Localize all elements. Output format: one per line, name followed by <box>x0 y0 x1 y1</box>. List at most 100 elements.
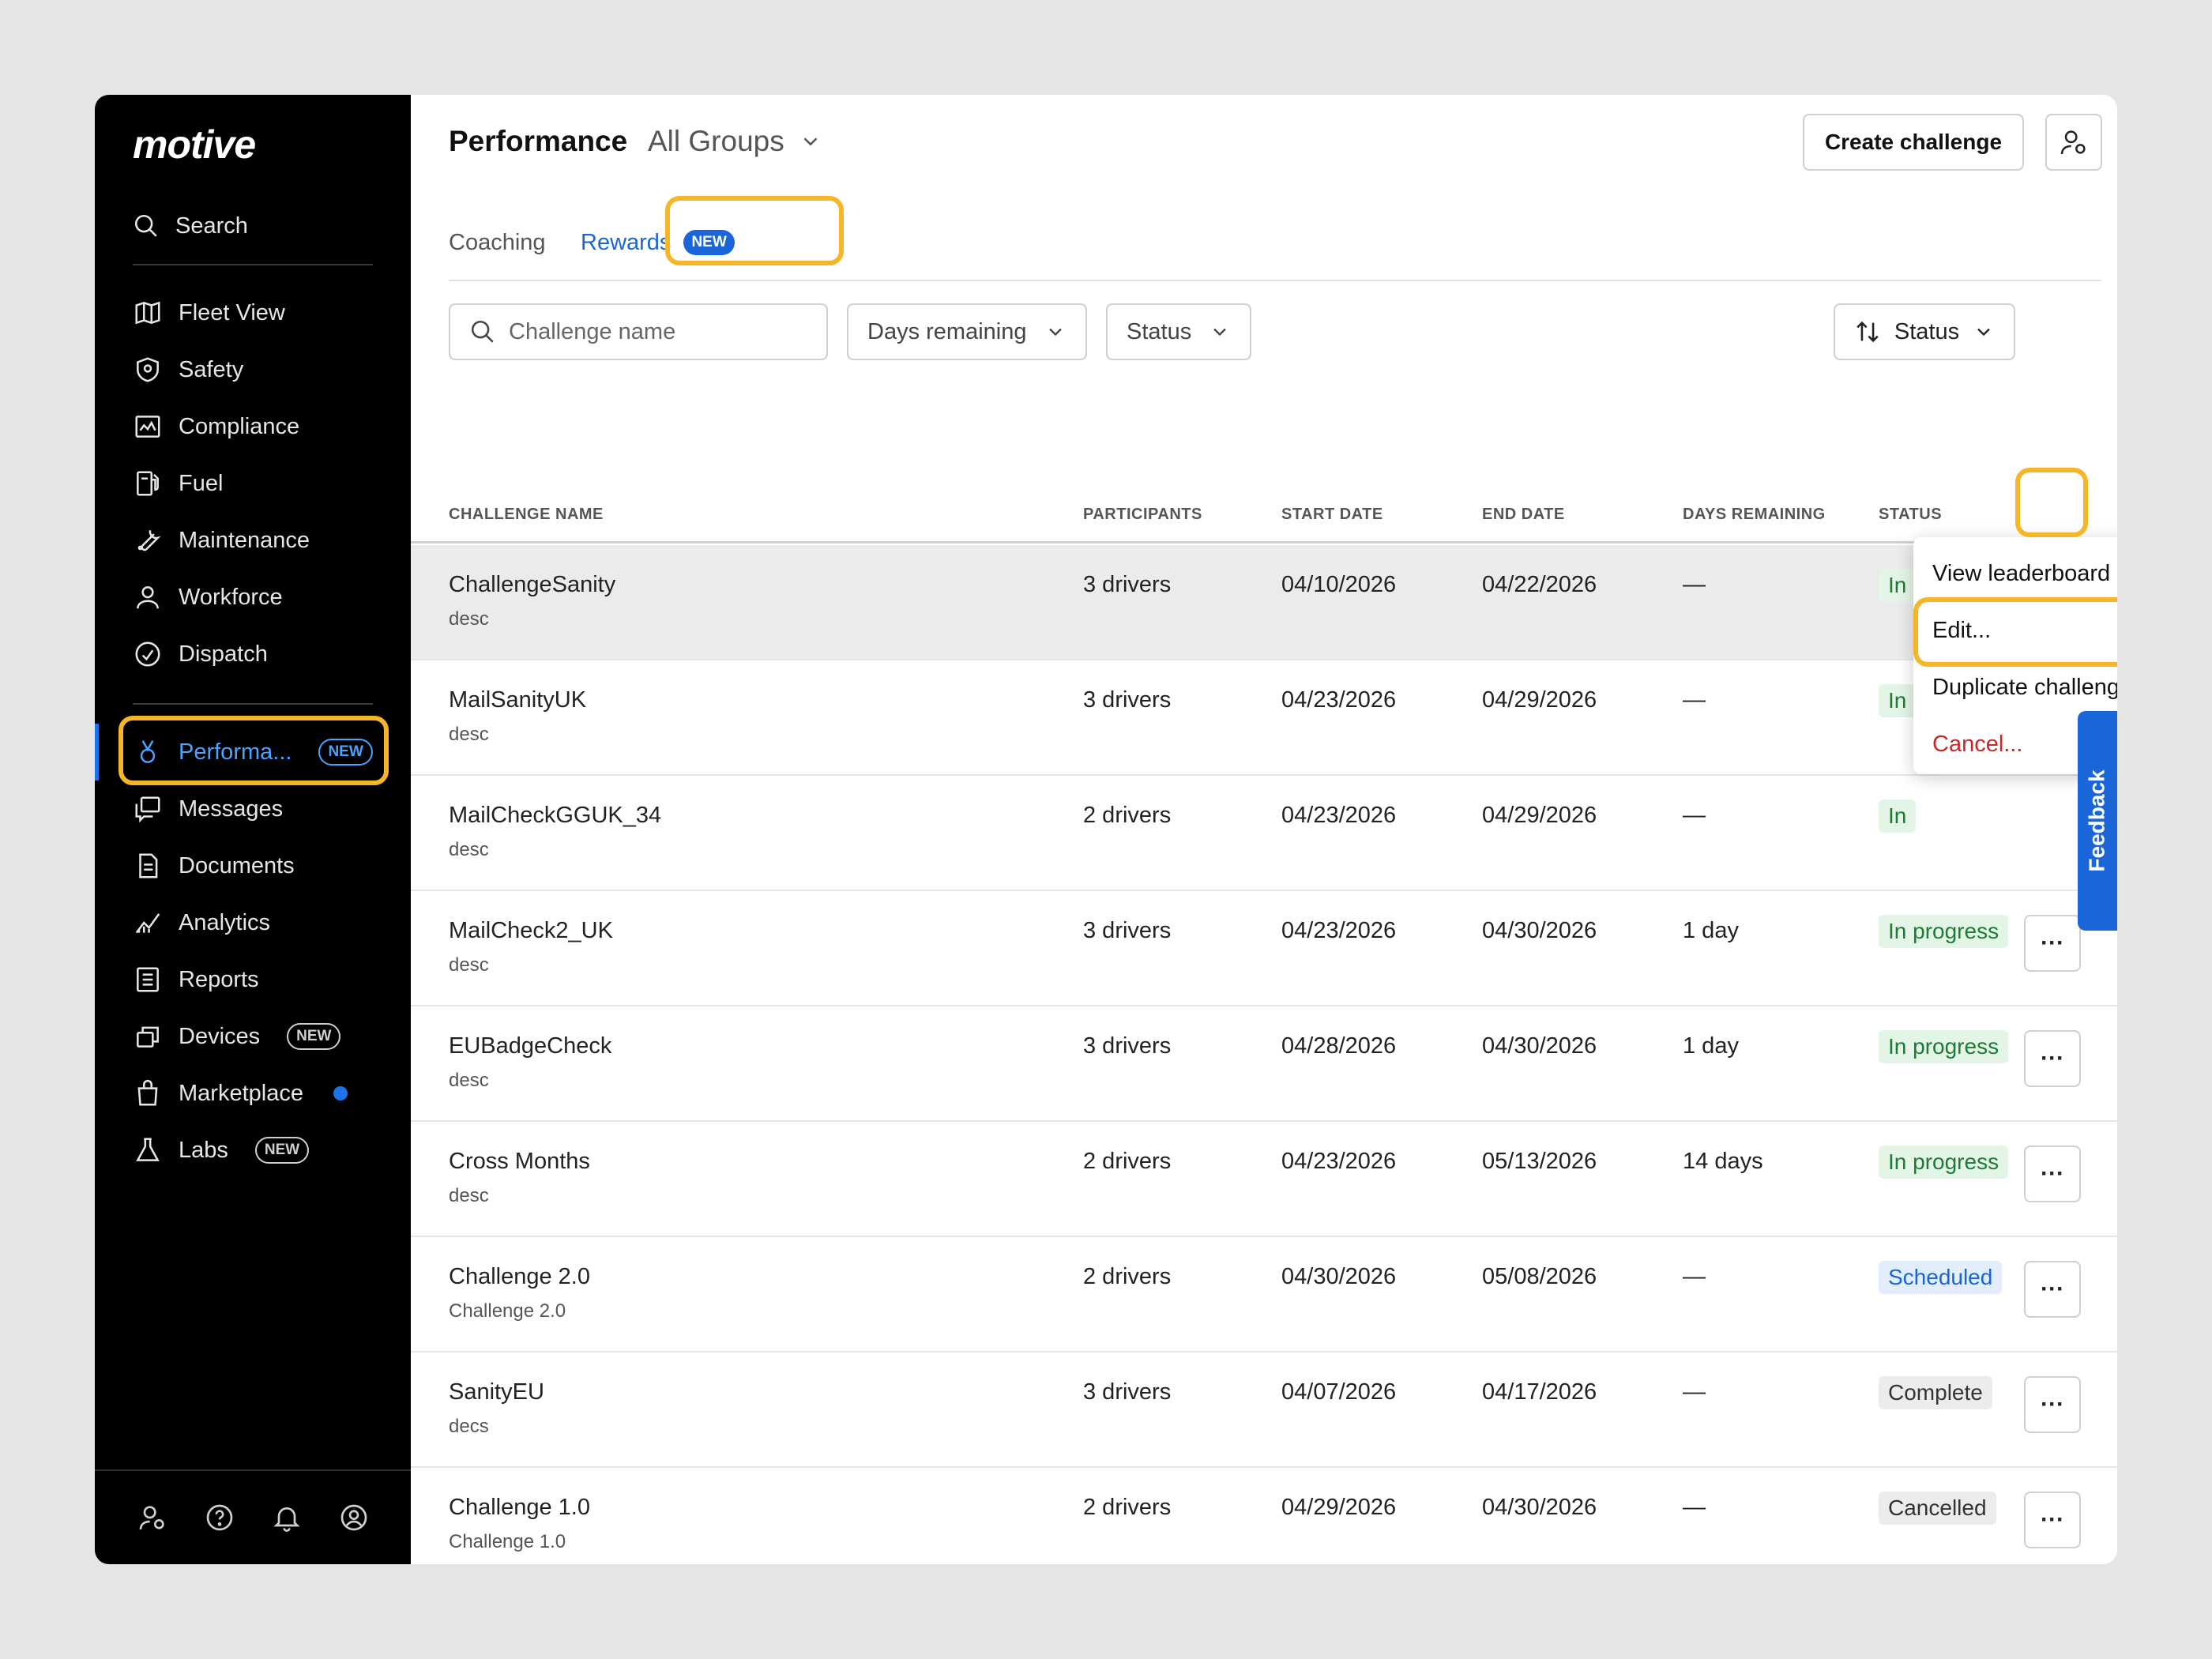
table-row[interactable]: SanityEU decs 3 drivers 04/07/2026 04/17/202… <box>411 1352 2117 1468</box>
messages-icon <box>135 796 160 823</box>
sidebar-item-compliance[interactable]: Compliance <box>95 398 411 455</box>
sidebar-item-safety[interactable]: Safety <box>95 341 411 398</box>
reports-icon <box>137 967 159 992</box>
sort-select[interactable]: Status <box>1834 303 2015 360</box>
days-remaining: — <box>1683 1495 1706 1520</box>
challenge-name[interactable]: Challenge 2.0 <box>449 1264 590 1290</box>
motive-logo[interactable]: motive <box>133 122 256 167</box>
feedback-tab[interactable]: Feedback <box>2078 711 2117 931</box>
challenge-name[interactable]: Challenge 1.0 <box>449 1495 590 1521</box>
notification-dot <box>333 1086 348 1100</box>
sidebar-item-maintenance[interactable]: Maintenance <box>95 512 411 569</box>
challenge-name[interactable]: MailSanityUK <box>449 687 586 713</box>
days-remaining-filter[interactable]: Days remaining <box>847 303 1087 360</box>
end-date: 04/22/2026 <box>1482 572 1597 597</box>
challenge-name[interactable]: ChallengeSanity <box>449 572 615 598</box>
user-settings-button[interactable] <box>2045 114 2102 171</box>
status-badge: In <box>1879 684 1917 717</box>
days-remaining: 14 days <box>1683 1149 1763 1174</box>
sidebar-item-dispatch[interactable]: Dispatch <box>95 626 411 683</box>
challenge-name[interactable]: SanityEU <box>449 1379 544 1405</box>
sidebar-item-label: Performa... <box>179 739 292 765</box>
menu-item-duplicate[interactable]: Duplicate challenge... <box>1932 675 2117 701</box>
sidebar-item-devices[interactable]: Devices NEW <box>95 1008 411 1065</box>
challenge-name[interactable]: EUBadgeCheck <box>449 1033 611 1059</box>
start-date: 04/23/2026 <box>1281 803 1397 828</box>
bell-icon[interactable] <box>271 1502 303 1533</box>
flask-icon <box>136 1138 160 1161</box>
help-icon[interactable] <box>204 1502 235 1533</box>
table-row[interactable]: EUBadgeCheck desc 3 drivers 04/28/2026 04/30… <box>411 1006 2117 1122</box>
sidebar-item-label: Analytics <box>179 909 271 935</box>
tab-coaching[interactable]: Coaching <box>449 207 546 278</box>
menu-item-edit[interactable]: Edit... <box>1932 618 1991 644</box>
participants: 2 drivers <box>1083 1149 1172 1174</box>
table-row[interactable]: MailSanityUK desc 3 drivers 04/23/2026 04/29… <box>411 660 2117 776</box>
table-row[interactable]: MailCheckGGUK_34 desc 2 drivers 04/23/2026 0… <box>411 776 2117 891</box>
status-filter[interactable]: Status <box>1106 303 1251 360</box>
sidebar-item-label: Fleet View <box>179 299 285 325</box>
challenge-name[interactable]: Cross Months <box>449 1149 590 1175</box>
more-actions-button[interactable]: ··· <box>2024 1146 2081 1202</box>
menu-item-view-leaderboard[interactable]: View leaderboard <box>1932 561 2110 587</box>
sidebar-item-labs[interactable]: Labs NEW <box>95 1122 411 1179</box>
column-header[interactable]: PARTICIPANTS <box>1083 506 1202 524</box>
dispatch-icon <box>135 641 160 667</box>
table-row[interactable]: ChallengeSanity desc 3 drivers 04/10/2026 04… <box>411 545 2117 660</box>
account-icon[interactable] <box>338 1502 370 1533</box>
table-row[interactable]: Challenge 1.0 Challenge 1.0 2 drivers 04/29… <box>411 1468 2117 1564</box>
table-row[interactable]: Cross Months desc 2 drivers 04/23/2026 05/13… <box>411 1122 2117 1237</box>
sidebar-item-fleet-view[interactable]: Fleet View <box>95 284 411 341</box>
sidebar-item-marketplace[interactable]: Marketplace <box>95 1065 411 1122</box>
search-icon <box>134 214 157 237</box>
search-placeholder: Challenge name <box>509 318 676 344</box>
status-badge: In <box>1879 799 1917 833</box>
column-header[interactable]: END DATE <box>1482 506 1565 524</box>
more-actions-button[interactable]: ··· <box>2024 1492 2081 1548</box>
column-header[interactable]: STATUS <box>1879 506 1942 524</box>
sidebar-search[interactable]: Search <box>133 202 248 250</box>
sidebar-item-reports[interactable]: Reports <box>95 951 411 1008</box>
create-challenge-button[interactable]: Create challenge <box>1803 114 2024 171</box>
days-remaining: — <box>1683 803 1706 828</box>
challenge-description: desc <box>449 839 489 860</box>
group-selector[interactable]: All Groups <box>648 125 822 158</box>
table-row[interactable]: MailCheck2_UK desc 3 drivers 04/23/2026 04/3… <box>411 891 2117 1006</box>
challenge-name[interactable]: MailCheckGGUK_34 <box>449 803 661 829</box>
table-row[interactable]: Challenge 2.0 Challenge 2.0 2 drivers 04/30… <box>411 1237 2117 1352</box>
user-settings-icon[interactable] <box>137 1502 168 1533</box>
end-date: 04/29/2026 <box>1482 803 1597 828</box>
start-date: 04/23/2026 <box>1281 687 1397 713</box>
menu-item-cancel[interactable]: Cancel... <box>1932 732 2022 758</box>
participants: 3 drivers <box>1083 687 1172 713</box>
sidebar-item-messages[interactable]: Messages <box>95 781 411 837</box>
more-actions-button[interactable]: ··· <box>2024 1261 2081 1318</box>
sidebar: motive Search Fleet View Safety Complian… <box>95 95 411 1564</box>
sidebar-item-label: Messages <box>179 796 284 822</box>
sidebar-item-workforce[interactable]: Workforce <box>95 569 411 626</box>
chevron-down-icon <box>1977 328 1990 337</box>
participants: 3 drivers <box>1083 1379 1172 1405</box>
column-header[interactable]: CHALLENGE NAME <box>449 506 604 524</box>
challenge-search-input[interactable]: Challenge name <box>449 303 828 360</box>
bag-icon <box>137 1079 158 1106</box>
status-badge: In progress <box>1879 915 2009 948</box>
sidebar-item-label: Devices <box>179 1023 261 1049</box>
column-header[interactable]: DAYS REMAINING <box>1683 506 1826 524</box>
sidebar-item-performance[interactable]: Performa... NEW <box>95 724 411 781</box>
challenge-name[interactable]: MailCheck2_UK <box>449 918 613 944</box>
chevron-down-icon <box>803 137 818 146</box>
end-date: 04/29/2026 <box>1482 687 1597 713</box>
sidebar-item-label: Documents <box>179 852 295 878</box>
challenge-description: desc <box>449 1070 489 1091</box>
sidebar-item-documents[interactable]: Documents <box>95 837 411 894</box>
more-actions-button[interactable]: ··· <box>2024 915 2081 972</box>
end-date: 04/30/2026 <box>1482 1033 1597 1059</box>
column-header[interactable]: START DATE <box>1281 506 1383 524</box>
tab-rewards[interactable]: Rewards NEW <box>581 207 735 278</box>
sidebar-item-fuel[interactable]: Fuel <box>95 455 411 512</box>
sidebar-item-analytics[interactable]: Analytics <box>95 894 411 951</box>
user-settings-icon <box>2060 130 2086 155</box>
more-actions-button[interactable]: ··· <box>2024 1376 2081 1433</box>
more-actions-button[interactable]: ··· <box>2024 1030 2081 1087</box>
